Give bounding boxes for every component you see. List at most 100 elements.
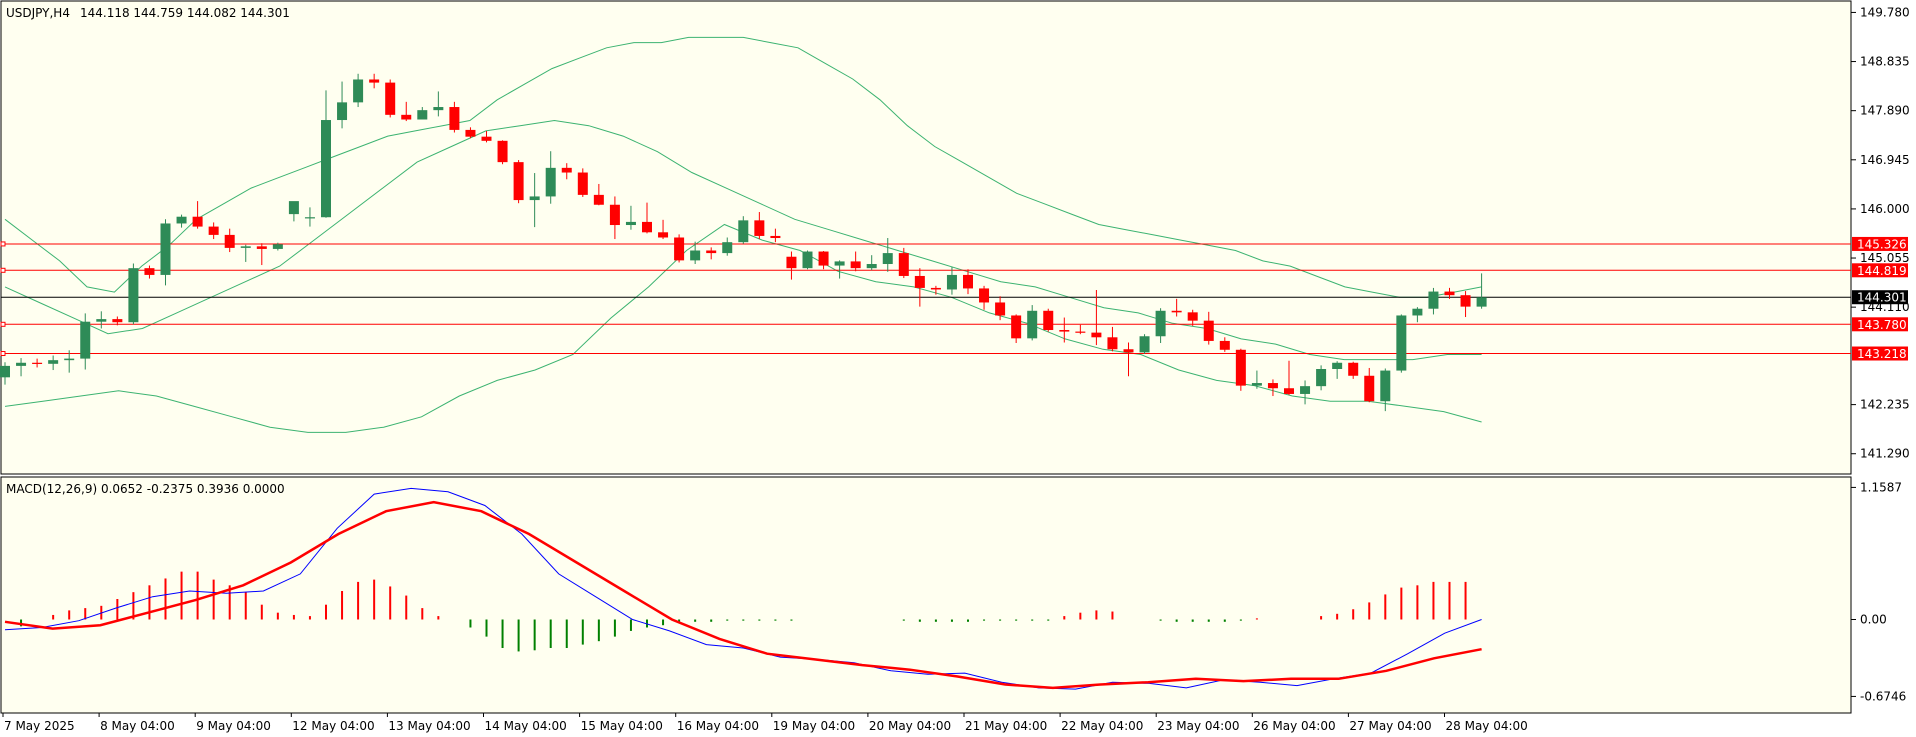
candle-body bbox=[963, 274, 973, 289]
candle-body bbox=[914, 275, 925, 288]
candle-body bbox=[32, 362, 43, 364]
current-price-tag: 144.301 bbox=[1857, 291, 1907, 305]
time-tick-label: 12 May 04:00 bbox=[292, 719, 374, 733]
level-price-tag-0: 145.326 bbox=[1857, 237, 1907, 251]
time-tick-label: 19 May 04:00 bbox=[773, 719, 855, 733]
candle bbox=[1139, 334, 1150, 354]
candle-body bbox=[1460, 295, 1471, 307]
candle-body bbox=[1316, 369, 1327, 387]
chart-canvas: 149.780148.835147.890146.945146.000145.0… bbox=[0, 0, 1916, 737]
candle-body bbox=[898, 253, 909, 276]
candle-body bbox=[304, 217, 315, 219]
candle-body bbox=[1476, 297, 1487, 307]
candle-body bbox=[642, 221, 652, 233]
candle-body bbox=[513, 162, 524, 201]
candle bbox=[1043, 308, 1054, 332]
time-tick-label: 16 May 04:00 bbox=[677, 719, 759, 733]
candle bbox=[1235, 348, 1246, 391]
candle-body bbox=[1364, 375, 1375, 402]
candle-body bbox=[369, 79, 380, 83]
macd-header: MACD(12,26,9) 0.0652 -0.2375 0.3936 0.00… bbox=[6, 482, 285, 496]
candle-body bbox=[1428, 291, 1439, 309]
candle-body bbox=[1412, 308, 1423, 316]
candle-body bbox=[1203, 320, 1214, 341]
time-tick-label: 21 May 04:00 bbox=[965, 719, 1047, 733]
level-price-tag-1: 144.819 bbox=[1857, 264, 1907, 278]
candle-body bbox=[176, 216, 187, 224]
candle-body bbox=[1139, 336, 1150, 353]
candle-body bbox=[866, 264, 877, 269]
macd-panel[interactable] bbox=[0, 476, 1852, 714]
candle-body bbox=[401, 114, 412, 120]
candle-body bbox=[834, 261, 845, 266]
candle-body bbox=[16, 362, 27, 366]
candle-body bbox=[1155, 310, 1166, 337]
candle-body bbox=[1027, 310, 1038, 339]
time-tick-label: 9 May 04:00 bbox=[196, 719, 271, 733]
level-anchor-0[interactable] bbox=[0, 241, 6, 247]
candle-body bbox=[658, 232, 669, 238]
price-tick-label: 142.235 bbox=[1860, 398, 1910, 412]
candle-body bbox=[706, 250, 717, 254]
candle-body bbox=[722, 242, 733, 254]
macd-tick-label: -0.6746 bbox=[1860, 689, 1906, 703]
candle-body bbox=[481, 136, 492, 141]
time-tick-label: 23 May 04:00 bbox=[1157, 719, 1239, 733]
macd-tick-label: 1.1587 bbox=[1860, 480, 1902, 494]
candle-body bbox=[224, 234, 235, 248]
candle-body bbox=[770, 235, 781, 239]
level-anchor-3[interactable] bbox=[0, 351, 6, 357]
candle-body bbox=[1267, 383, 1278, 389]
candle-body bbox=[1235, 349, 1246, 386]
time-tick-label: 22 May 04:00 bbox=[1061, 719, 1143, 733]
candle-body bbox=[738, 220, 749, 243]
candle-body bbox=[160, 223, 171, 275]
candle-body bbox=[1059, 330, 1070, 332]
level-anchor-1[interactable] bbox=[0, 267, 6, 273]
candle-body bbox=[786, 256, 797, 269]
candle-body bbox=[1300, 386, 1311, 394]
symbol-label: USDJPY,H4 bbox=[6, 6, 70, 20]
candle-body bbox=[208, 226, 219, 235]
time-tick-label: 15 May 04:00 bbox=[581, 719, 663, 733]
candle bbox=[497, 140, 508, 165]
candle bbox=[128, 263, 139, 325]
candle-body bbox=[449, 107, 460, 130]
candle-body bbox=[497, 140, 508, 163]
time-tick-label: 8 May 04:00 bbox=[100, 719, 175, 733]
candle-body bbox=[0, 365, 10, 378]
price-tick-label: 146.000 bbox=[1860, 202, 1910, 216]
candle-body bbox=[754, 220, 765, 236]
candle bbox=[1396, 314, 1407, 373]
candle-body bbox=[1123, 349, 1134, 353]
candle-body bbox=[674, 237, 685, 261]
candle-body bbox=[240, 246, 251, 248]
candle-body bbox=[1075, 331, 1086, 333]
candle-body bbox=[112, 319, 123, 323]
candle bbox=[577, 168, 588, 197]
candle-body bbox=[882, 253, 893, 265]
candle bbox=[802, 250, 813, 270]
level-price-tag-2: 143.780 bbox=[1857, 318, 1907, 332]
candle-body bbox=[465, 129, 476, 137]
candle bbox=[385, 79, 396, 118]
candle-body bbox=[577, 172, 588, 195]
time-tick-label: 28 May 04:00 bbox=[1446, 719, 1528, 733]
candle-body bbox=[321, 120, 331, 218]
candle-body bbox=[288, 201, 299, 215]
price-tick-label: 141.290 bbox=[1860, 447, 1910, 461]
level-anchor-2[interactable] bbox=[0, 321, 6, 327]
level-price-tag-3: 143.218 bbox=[1857, 347, 1907, 361]
candle-body bbox=[1332, 362, 1343, 370]
candle bbox=[513, 160, 524, 204]
price-panel[interactable] bbox=[0, 0, 1852, 475]
candle-body bbox=[850, 261, 861, 269]
candle-body bbox=[946, 274, 957, 290]
candle-body bbox=[128, 268, 139, 323]
candle-body bbox=[545, 167, 556, 197]
candle-body bbox=[433, 107, 444, 111]
candle-body bbox=[385, 82, 396, 115]
candle-body bbox=[979, 288, 990, 303]
candle-body bbox=[1043, 310, 1054, 331]
price-tick-label: 147.890 bbox=[1860, 104, 1910, 118]
